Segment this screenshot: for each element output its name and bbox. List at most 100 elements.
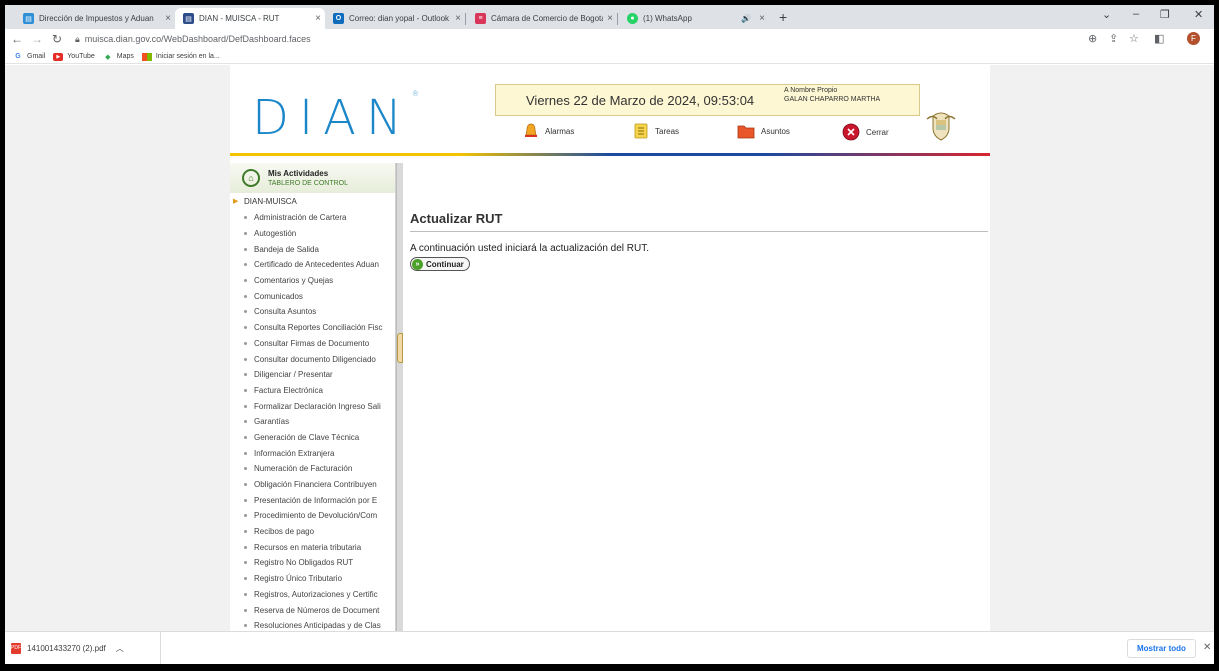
back-arrow-icon[interactable]: ← xyxy=(9,32,25,46)
tab-close-icon[interactable]: × xyxy=(755,13,769,24)
star-icon[interactable]: ☆ xyxy=(1129,32,1139,45)
sidebar-menu-item[interactable]: Consultar documento Diligenciado xyxy=(244,351,383,367)
collapse-sidebar-handle[interactable] xyxy=(397,333,403,363)
tricolor-stripe xyxy=(230,153,990,156)
bullet-icon xyxy=(244,232,247,236)
reload-icon[interactable]: ↻ xyxy=(49,32,65,46)
sidebar-menu-item[interactable]: Administración de Cartera xyxy=(244,210,383,226)
address-bar-url: muisca.dian.gov.co/WebDashboard/DefDashb… xyxy=(84,34,311,44)
sidebar-menu-item[interactable]: Numeración de Facturación xyxy=(244,461,383,477)
sidebar-menu-label: Información Extranjera xyxy=(254,448,335,458)
window-close-icon[interactable]: ✕ xyxy=(1194,8,1203,21)
cerrar-button[interactable]: Cerrar xyxy=(842,123,889,141)
forward-arrow-icon[interactable]: → xyxy=(29,32,45,46)
sidebar-menu-item[interactable]: Presentación de Información por E xyxy=(244,492,383,508)
tab-whatsapp[interactable]: ● (1) WhatsApp 🔊 × xyxy=(619,8,769,29)
downloads-close-icon[interactable]: ✕ xyxy=(1203,642,1211,653)
restore-icon[interactable]: ❐ xyxy=(1160,8,1170,21)
continue-button[interactable]: » Continuar xyxy=(410,257,470,271)
sidebar-menu-item[interactable]: Factura Electrónica xyxy=(244,383,383,399)
asuntos-button[interactable]: Asuntos xyxy=(737,123,790,139)
bookmark-gmail[interactable]: G Gmail xyxy=(13,53,45,61)
tab-search-chevron-icon[interactable]: ⌄ xyxy=(1102,8,1111,21)
page-viewport: DIAN® Viernes 22 de Marzo de 2024, 09:53… xyxy=(5,65,1214,631)
sidebar-menu-item[interactable]: Obligación Financiera Contribuyen xyxy=(244,477,383,493)
zoom-icon[interactable]: ⊕ xyxy=(1088,32,1097,45)
tab-close-icon[interactable]: × xyxy=(161,13,175,24)
minimize-icon[interactable]: – xyxy=(1133,8,1139,20)
sidebar-menu-label: Obligación Financiera Contribuyen xyxy=(254,480,377,490)
alarmas-button[interactable]: Alarmas xyxy=(523,123,574,139)
tab-close-icon[interactable]: × xyxy=(451,13,465,24)
sidebar-subtitle[interactable]: TABLERO DE CONTROL xyxy=(268,180,348,187)
tree-expand-icon[interactable]: ▶ xyxy=(233,197,238,205)
coat-of-arms-icon xyxy=(925,110,957,142)
address-bar[interactable]: 🔒︎ muisca.dian.gov.co/WebDashboard/DefDa… xyxy=(75,31,1075,47)
tareas-button[interactable]: Tareas xyxy=(633,123,679,139)
sidebar-menu-item[interactable]: Bandeja de Salida xyxy=(244,241,383,257)
sidebar-menu-item[interactable]: Procedimiento de Devolución/Com xyxy=(244,508,383,524)
sidebar-menu-item[interactable]: Registro Único Tributario xyxy=(244,571,383,587)
show-all-downloads-button[interactable]: Mostrar todo xyxy=(1127,639,1196,658)
sidebar-menu-item[interactable]: Reserva de Números de Document xyxy=(244,602,383,618)
sidebar-menu-item[interactable]: Recursos en materia tributaria xyxy=(244,539,383,555)
tab-close-icon[interactable]: × xyxy=(603,13,617,24)
tab-muisca-rut[interactable]: ▤ DIAN - MUISCA - RUT × xyxy=(175,8,325,29)
sidebar-menu-item[interactable]: Autogestión xyxy=(244,226,383,242)
sidebar-menu-label: Registros, Autorizaciones y Certific xyxy=(254,589,378,599)
sidebar-root[interactable]: DIAN-MUISCA xyxy=(244,197,297,206)
bullet-icon xyxy=(244,310,247,314)
sidebar-menu-item[interactable]: Generación de Clave Técnica xyxy=(244,430,383,446)
sidebar-menu-item[interactable]: Consulta Asuntos xyxy=(244,304,383,320)
page-title: Actualizar RUT xyxy=(410,211,503,226)
sidebar-menu-item[interactable]: Información Extranjera xyxy=(244,445,383,461)
sidebar-menu-label: Registro No Obligados RUT xyxy=(254,558,354,568)
home-icon[interactable]: ⌂ xyxy=(242,169,260,187)
sidebar-menu-label: Consultar documento Diligenciado xyxy=(254,354,376,364)
bullet-icon xyxy=(244,420,247,424)
download-item[interactable]: PDF 141001433270 (2).pdf ︿ xyxy=(5,632,161,664)
sidebar-splitter[interactable] xyxy=(396,163,403,631)
share-icon[interactable]: ⇪ xyxy=(1109,32,1118,45)
tab-close-icon[interactable]: × xyxy=(311,13,325,24)
side-panel-icon[interactable]: ◧ xyxy=(1154,32,1164,45)
microsoft-icon xyxy=(141,52,152,61)
sidebar-menu-label: Reserva de Números de Document xyxy=(254,605,380,615)
bullet-icon xyxy=(244,514,247,518)
sidebar-menu-item[interactable]: Formalizar Declaración Ingreso Sali xyxy=(244,398,383,414)
sidebar-title: Mis Actividades xyxy=(268,169,329,178)
profile-avatar[interactable]: F xyxy=(1187,32,1200,45)
audio-icon[interactable]: 🔊 xyxy=(741,14,751,23)
sidebar-menu-item[interactable]: Consultar Firmas de Documento xyxy=(244,336,383,352)
bookmark-iniciar-sesion[interactable]: Iniciar sesión en la... xyxy=(141,52,220,61)
lock-icon: 🔒︎ xyxy=(75,33,80,44)
tab-outlook[interactable]: O Correo: dian yopal - Outlook × xyxy=(325,8,465,29)
current-date: Viernes 22 de Marzo de 2024, 09:53:04 xyxy=(526,93,755,108)
sidebar-menu-item[interactable]: Garantías xyxy=(244,414,383,430)
sidebar-menu-item[interactable]: Comunicados xyxy=(244,288,383,304)
muisca-favicon-icon: ▤ xyxy=(183,13,194,24)
bookmark-maps[interactable]: ◆ Maps xyxy=(103,53,134,61)
tab-camara-comercio[interactable]: ≡ Cámara de Comercio de Bogotá × xyxy=(467,8,617,29)
sidebar-header: ⌂ Mis Actividades TABLERO DE CONTROL xyxy=(230,163,395,193)
sidebar-menu-item[interactable]: Resoluciones Anticipadas y de Clas xyxy=(244,618,383,631)
sidebar-menu-item[interactable]: Comentarios y Quejas xyxy=(244,273,383,289)
new-tab-button[interactable]: + xyxy=(779,9,787,25)
sidebar-menu-label: Comentarios y Quejas xyxy=(254,276,334,286)
maps-icon: ◆ xyxy=(105,53,111,61)
sidebar-menu-item[interactable]: Registro No Obligados RUT xyxy=(244,555,383,571)
bookmark-youtube[interactable]: ▶ YouTube xyxy=(53,52,95,61)
sidebar-menu-item[interactable]: Certificado de Antecedentes Aduan xyxy=(244,257,383,273)
session-info-box: Viernes 22 de Marzo de 2024, 09:53:04 A … xyxy=(495,84,920,116)
sidebar-menu-label: Numeración de Facturación xyxy=(254,464,353,474)
sidebar-menu-label: Administración de Cartera xyxy=(254,213,347,223)
sidebar-menu-label: Formalizar Declaración Ingreso Sali xyxy=(254,401,381,411)
sidebar-menu-item[interactable]: Registros, Autorizaciones y Certific xyxy=(244,587,383,603)
chevron-up-icon[interactable]: ︿ xyxy=(116,643,124,654)
sidebar-menu-item[interactable]: Recibos de pago xyxy=(244,524,383,540)
sidebar-menu-item[interactable]: Consulta Reportes Conciliación Fisc xyxy=(244,320,383,336)
sidebar-menu-item[interactable]: Diligenciar / Presentar xyxy=(244,367,383,383)
bullet-icon xyxy=(244,357,247,361)
bullet-icon xyxy=(244,530,247,534)
tab-dian-main[interactable]: ▤ Dirección de Impuestos y Aduan × xyxy=(15,8,175,29)
